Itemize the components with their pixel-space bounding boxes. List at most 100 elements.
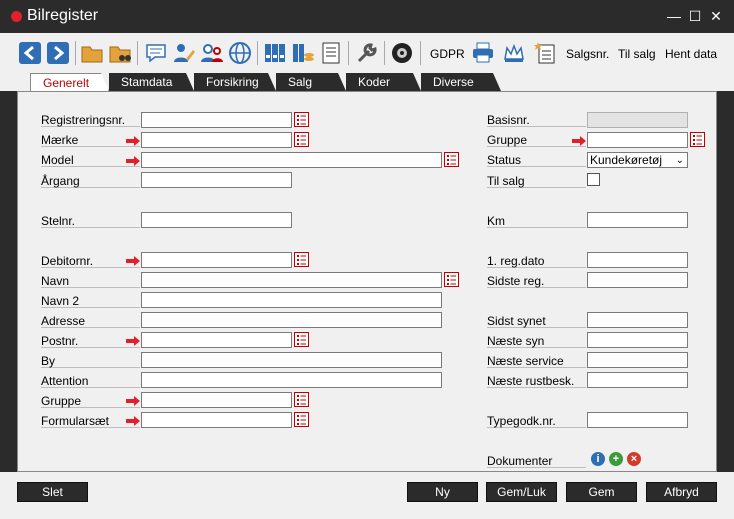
hent-data-button[interactable]: Hent data bbox=[665, 47, 717, 61]
tab-generelt[interactable]: Generelt bbox=[30, 73, 109, 91]
naeste-rustbesk-label: Næste rustbesk. bbox=[487, 374, 586, 388]
by-field[interactable] bbox=[141, 352, 442, 368]
list-lookup-icon[interactable] bbox=[294, 412, 309, 427]
app-icon bbox=[11, 11, 22, 22]
right-gruppe-field[interactable] bbox=[587, 132, 688, 148]
toolbar-separator bbox=[257, 41, 258, 65]
info-icon[interactable]: i bbox=[591, 452, 605, 466]
ny-button[interactable]: Ny bbox=[407, 482, 478, 502]
aargang-label: Årgang bbox=[41, 174, 140, 188]
afbryd-button[interactable]: Afbryd bbox=[646, 482, 717, 502]
new-document-button[interactable] bbox=[532, 40, 558, 66]
folder-icon bbox=[81, 46, 103, 63]
list-lookup-icon[interactable] bbox=[294, 132, 309, 147]
tab-diverse[interactable]: Diverse bbox=[421, 73, 501, 91]
edit-customer-button[interactable] bbox=[171, 40, 197, 66]
naeste-rustbesk-field[interactable] bbox=[587, 372, 688, 388]
tab-salg[interactable]: Salg bbox=[276, 73, 346, 91]
gruppe-field[interactable] bbox=[141, 392, 292, 408]
web-button[interactable] bbox=[227, 40, 253, 66]
minimize-button[interactable]: — bbox=[664, 6, 684, 26]
required-arrow-icon bbox=[126, 336, 140, 346]
folder-binoculars-icon bbox=[109, 46, 131, 63]
reg-dato-field[interactable] bbox=[587, 252, 688, 268]
tab-koder[interactable]: Koder bbox=[346, 73, 421, 91]
list-lookup-icon[interactable] bbox=[444, 272, 459, 287]
toolbar-separator bbox=[420, 41, 421, 65]
gem-button[interactable]: Gem bbox=[566, 482, 637, 502]
back-button[interactable] bbox=[17, 40, 43, 66]
binders-coins-button[interactable] bbox=[290, 40, 316, 66]
typegodk-field[interactable] bbox=[587, 412, 688, 428]
delete-icon[interactable]: × bbox=[627, 452, 641, 466]
sidst-synet-field[interactable] bbox=[587, 312, 688, 328]
list-lookup-icon[interactable] bbox=[294, 112, 309, 127]
attention-field[interactable] bbox=[141, 372, 442, 388]
postnr-field[interactable] bbox=[141, 332, 292, 348]
wrench-icon bbox=[357, 43, 377, 63]
status-label: Status bbox=[487, 153, 586, 167]
km-label: Km bbox=[487, 214, 586, 228]
status-select[interactable]: Kundekøretøj ⌄ bbox=[587, 152, 688, 168]
tires-button[interactable] bbox=[389, 40, 415, 66]
list-lookup-icon[interactable] bbox=[294, 252, 309, 267]
til-salg-checkbox[interactable] bbox=[587, 173, 600, 186]
open-folder-button[interactable] bbox=[79, 40, 105, 66]
km-field[interactable] bbox=[587, 212, 688, 228]
required-arrow-icon bbox=[126, 156, 140, 166]
window-title: Bilregister bbox=[27, 7, 99, 24]
stelnr-field[interactable] bbox=[141, 212, 292, 228]
required-arrow-icon bbox=[126, 416, 140, 426]
binders-button[interactable] bbox=[262, 40, 288, 66]
binders-coins-icon bbox=[293, 44, 314, 62]
debitornr-field[interactable] bbox=[141, 252, 292, 268]
reg-dato-label: 1. reg.dato bbox=[487, 254, 586, 268]
navn2-label: Navn 2 bbox=[41, 294, 140, 308]
tools-button[interactable] bbox=[354, 40, 380, 66]
close-button[interactable]: ✕ bbox=[706, 6, 726, 26]
navn2-field[interactable] bbox=[141, 292, 442, 308]
person-edit-icon bbox=[174, 44, 195, 62]
formularsaet-field[interactable] bbox=[141, 412, 292, 428]
navn-field[interactable] bbox=[141, 272, 442, 288]
aargang-field[interactable] bbox=[141, 172, 292, 188]
arrow-left-icon bbox=[19, 42, 41, 64]
document-star-icon bbox=[534, 42, 555, 64]
adresse-label: Adresse bbox=[41, 314, 140, 328]
list-lookup-icon[interactable] bbox=[690, 132, 705, 147]
registreringsnr-field[interactable] bbox=[141, 112, 292, 128]
naeste-syn-field[interactable] bbox=[587, 332, 688, 348]
til-salg-button[interactable]: Til salg bbox=[618, 47, 656, 61]
registreringsnr-label: Registreringsnr. bbox=[41, 113, 140, 127]
forward-button[interactable] bbox=[45, 40, 71, 66]
required-arrow-icon bbox=[126, 136, 140, 146]
tab-forsikring[interactable]: Forsikring bbox=[194, 73, 276, 91]
adresse-field[interactable] bbox=[141, 312, 442, 328]
salgsnr-button[interactable]: Salgsnr. bbox=[566, 47, 609, 61]
maximize-button[interactable]: ☐ bbox=[685, 6, 705, 26]
required-arrow-icon bbox=[572, 136, 586, 146]
naeste-service-field[interactable] bbox=[587, 352, 688, 368]
maerke-field[interactable] bbox=[141, 132, 292, 148]
gdpr-button[interactable]: GDPR bbox=[430, 47, 465, 61]
list-lookup-icon[interactable] bbox=[294, 332, 309, 347]
print-button[interactable] bbox=[470, 40, 496, 66]
crown-icon bbox=[504, 43, 524, 62]
title-bar: Bilregister — ☐ ✕ bbox=[0, 0, 734, 33]
tab-bar: Generelt Stamdata Forsikring Salg Koder … bbox=[0, 73, 734, 91]
notes-button[interactable] bbox=[143, 40, 169, 66]
add-icon[interactable]: + bbox=[609, 452, 623, 466]
list-lookup-icon[interactable] bbox=[294, 392, 309, 407]
contacts-button[interactable] bbox=[199, 40, 225, 66]
sidste-reg-field[interactable] bbox=[587, 272, 688, 288]
model-field[interactable] bbox=[141, 152, 442, 168]
gem-luk-button[interactable]: Gem/Luk bbox=[486, 482, 557, 502]
list-lookup-icon[interactable] bbox=[444, 152, 459, 167]
document-button[interactable] bbox=[318, 40, 344, 66]
tab-stamdata[interactable]: Stamdata bbox=[109, 73, 194, 91]
naeste-service-label: Næste service bbox=[487, 354, 586, 368]
slet-button[interactable]: Slet bbox=[17, 482, 88, 502]
typegodk-label: Typegodk.nr. bbox=[487, 414, 586, 428]
crown-button[interactable] bbox=[501, 40, 527, 66]
search-folder-button[interactable] bbox=[107, 40, 133, 66]
